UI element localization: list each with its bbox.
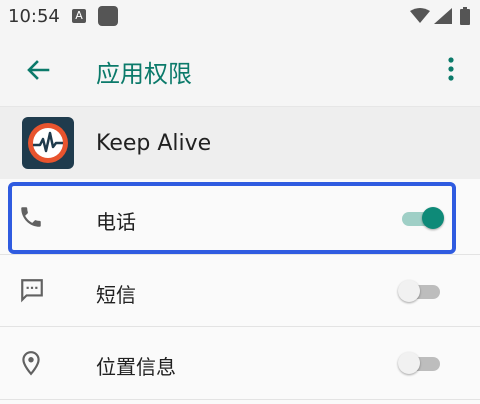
wifi-icon	[410, 8, 430, 23]
divider	[0, 399, 480, 400]
sms-icon	[21, 279, 43, 303]
cellular-icon	[434, 8, 452, 24]
app-bar: 应用权限	[0, 34, 480, 107]
status-bar: 10:54 A	[0, 0, 480, 34]
app-name: Keep Alive	[96, 131, 212, 156]
toggle-thumb	[398, 280, 420, 302]
battery-icon	[460, 7, 470, 25]
notification-app-icon	[98, 6, 118, 26]
permission-row-sms[interactable]: 短信	[0, 255, 480, 327]
permission-label-sms: 短信	[96, 283, 136, 307]
phone-icon	[21, 207, 41, 227]
location-icon	[22, 351, 40, 376]
keep-alive-app-icon	[22, 117, 74, 169]
permission-label-location: 位置信息	[96, 355, 176, 379]
permission-label-phone: 电话	[96, 210, 136, 234]
status-time: 10:54	[8, 6, 60, 27]
app-header-row: Keep Alive	[0, 107, 480, 179]
more-options-icon[interactable]	[446, 56, 456, 82]
sms-permission-toggle[interactable]	[398, 280, 444, 302]
location-permission-toggle[interactable]	[398, 352, 444, 374]
toggle-thumb	[398, 352, 420, 374]
phone-permission-toggle[interactable]	[398, 207, 444, 229]
back-arrow-icon[interactable]	[24, 56, 52, 84]
permission-row-location[interactable]: 位置信息	[0, 327, 480, 399]
page-title: 应用权限	[96, 60, 192, 88]
permission-row-phone[interactable]: 电话	[0, 182, 480, 254]
toggle-thumb	[422, 207, 444, 229]
notification-a-icon: A	[72, 9, 86, 23]
